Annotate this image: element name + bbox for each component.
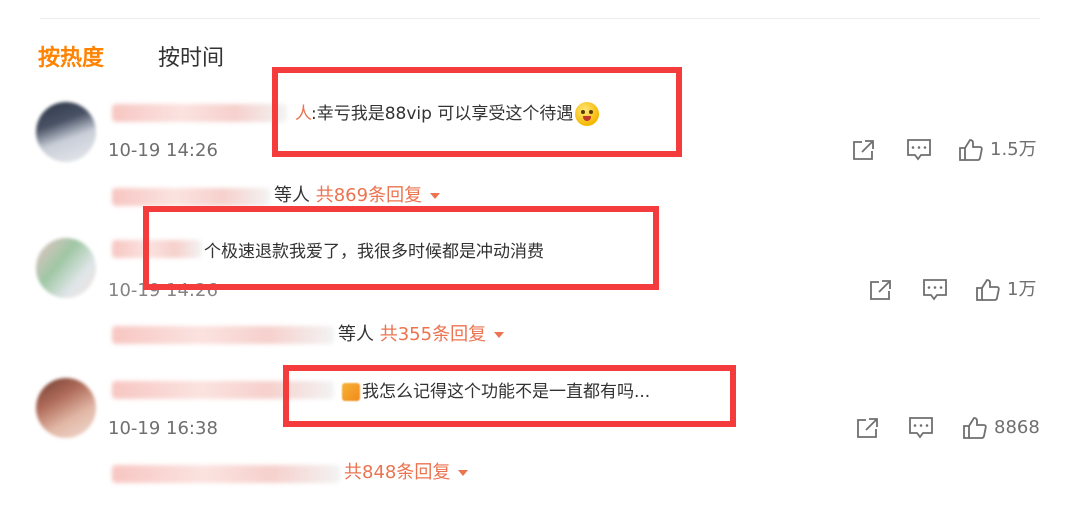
comment-icon xyxy=(907,139,931,161)
view-replies-link[interactable]: 共869条回复 xyxy=(315,185,441,206)
replier-names-blurred xyxy=(112,465,340,483)
timestamp: 10-19 14:26 xyxy=(108,140,218,161)
like-button[interactable]: 1万 xyxy=(975,278,1036,302)
view-replies-link[interactable]: 共848条回复 xyxy=(344,462,469,483)
comment-button[interactable] xyxy=(906,137,932,163)
comment-icon xyxy=(923,279,947,301)
reply-summary: 共848条回复 xyxy=(344,461,469,485)
caret-down-icon xyxy=(458,470,469,476)
thumbs-up-icon xyxy=(959,139,983,161)
comment-icon xyxy=(909,417,933,439)
view-replies-label: 共355条回复 xyxy=(379,324,487,345)
like-button[interactable]: 1.5万 xyxy=(958,138,1037,162)
share-icon xyxy=(857,418,878,438)
like-count: 1.5万 xyxy=(990,139,1037,160)
highlight-box-comment-1 xyxy=(272,67,682,157)
share-button[interactable] xyxy=(868,278,894,302)
like-button[interactable]: 8868 xyxy=(962,416,1040,440)
thumbs-up-icon xyxy=(976,279,1000,301)
thumbs-up-icon xyxy=(963,417,987,439)
tab-sort-by-time[interactable]: 按时间 xyxy=(158,44,224,74)
share-icon xyxy=(870,280,891,300)
top-divider xyxy=(40,18,1040,19)
replier-names-blurred xyxy=(112,326,334,344)
caret-down-icon xyxy=(494,332,505,338)
highlight-box-comment-2 xyxy=(143,206,659,290)
reply-people-label: 等人 xyxy=(338,324,374,345)
tab-sort-by-hot[interactable]: 按热度 xyxy=(38,44,104,74)
like-count: 8868 xyxy=(994,417,1040,438)
comment-button[interactable] xyxy=(922,277,948,303)
view-replies-label: 共869条回复 xyxy=(315,185,423,206)
avatar[interactable] xyxy=(36,378,96,438)
like-count: 1万 xyxy=(1007,279,1037,300)
view-replies-link[interactable]: 共355条回复 xyxy=(379,324,505,345)
reply-summary: 等人 共355条回复 xyxy=(338,323,505,347)
share-icon xyxy=(853,140,874,160)
share-button[interactable] xyxy=(851,138,877,162)
avatar[interactable] xyxy=(36,238,96,298)
view-replies-label: 共848条回复 xyxy=(344,462,451,483)
timestamp: 10-19 16:38 xyxy=(108,418,218,439)
avatar[interactable] xyxy=(36,102,96,162)
reply-people-label: 等人 xyxy=(274,185,310,206)
replier-names-blurred xyxy=(112,188,270,206)
caret-down-icon xyxy=(430,193,441,199)
reply-summary: 等人 共869条回复 xyxy=(274,184,441,208)
username-blurred[interactable] xyxy=(112,104,287,122)
highlight-box-comment-3 xyxy=(283,365,736,427)
comment-button[interactable] xyxy=(908,415,934,441)
share-button[interactable] xyxy=(855,416,881,440)
